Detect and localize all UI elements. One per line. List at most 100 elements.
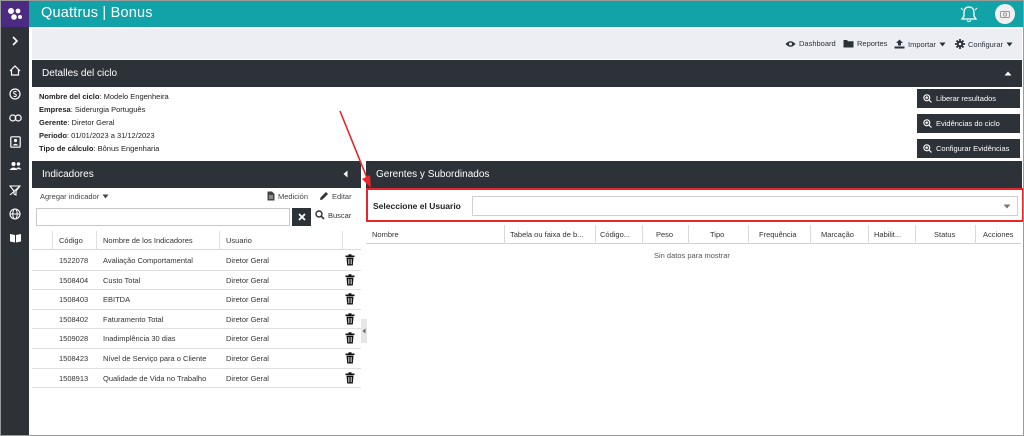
col-tipo[interactable]: Tipo — [710, 230, 724, 239]
table-row[interactable]: 1508403 EBITDA Diretor Geral — [32, 290, 361, 310]
annotation-arrow — [339, 110, 371, 188]
search-button[interactable]: Buscar — [315, 210, 351, 220]
col-marcacao[interactable]: Marcação — [821, 230, 854, 239]
close-icon — [297, 213, 306, 221]
details-title: Detalles del ciclo — [42, 68, 118, 79]
col-codigo[interactable]: Código — [59, 236, 83, 245]
col-status[interactable]: Status — [934, 230, 955, 239]
managers-table-header: Nombre Tabela ou faixa de b... Código...… — [366, 225, 1021, 244]
indicators-table-header: Código Nombre de los Indicadores Usuario — [32, 231, 361, 250]
add-indicator-dropdown[interactable]: Agregar indicador — [40, 192, 109, 201]
zoom-plus-icon — [923, 119, 932, 128]
toolbar: Dashboard Reportes Importar Configurar — [32, 29, 1022, 59]
notification-bell-icon[interactable] — [959, 5, 979, 23]
row-user: Diretor Geral — [226, 295, 269, 305]
row-code: 1508913 — [59, 373, 89, 383]
medicion-button[interactable]: Medición — [267, 191, 308, 201]
col-nombre[interactable]: Nombre de los Indicadores — [103, 236, 193, 245]
col-acciones[interactable]: Acciones — [983, 230, 1013, 239]
trash-icon[interactable] — [345, 273, 355, 286]
detail-calc-type: Tipo de cálculo: Bônus Engenharia — [39, 144, 160, 153]
configurar-label: Configurar — [968, 39, 1004, 49]
row-code: 1508402 — [59, 314, 89, 324]
search-label: Buscar — [328, 210, 352, 220]
expand-sidebar-icon[interactable] — [1, 30, 29, 52]
liberar-resultados-button[interactable]: Liberar resultados — [917, 89, 1020, 108]
table-row[interactable]: 1509028 Inadimplência 30 dias Diretor Gera… — [32, 329, 361, 349]
trash-icon[interactable] — [345, 352, 355, 364]
table-row[interactable]: 1508423 Nível de Serviço para o Cliente Di… — [32, 349, 361, 369]
configurar-evidencias-button[interactable]: Configurar Evidências — [917, 139, 1020, 158]
select-user-highlight: Seleccione el Usuario — [366, 188, 1023, 222]
dashboard-label: Dashboard — [799, 39, 836, 48]
row-name: Avaliação Comportamental — [103, 256, 193, 265]
edit-button[interactable]: Editar — [319, 191, 352, 201]
row-user: Diretor Geral — [226, 314, 269, 324]
managers-title: Gerentes y Subordinados — [376, 169, 490, 180]
user-select[interactable] — [472, 196, 1018, 216]
home-icon[interactable] — [1, 59, 29, 81]
upload-icon — [894, 39, 905, 49]
app-logo[interactable] — [1, 1, 29, 27]
book-icon[interactable] — [1, 227, 29, 249]
gear-icon — [955, 39, 965, 49]
sidebar — [1, 27, 29, 435]
trash-icon[interactable] — [345, 371, 355, 384]
dollar-circle-icon[interactable] — [1, 83, 29, 105]
row-code: 1508404 — [59, 275, 89, 285]
globe-icon[interactable] — [1, 203, 29, 225]
users-icon[interactable] — [1, 155, 29, 177]
row-user: Diretor Geral — [226, 373, 269, 383]
zoom-plus-icon — [923, 144, 932, 153]
reportes-button[interactable]: Reportes — [843, 39, 887, 48]
medicion-label: Medición — [278, 191, 309, 201]
empty-state: Sin datos para mostrar — [654, 251, 730, 260]
eye-icon — [785, 40, 796, 47]
details-header[interactable]: Detalles del ciclo — [32, 60, 1022, 87]
reportes-label: Reportes — [857, 39, 888, 48]
table-row[interactable]: 1522078 Avaliação Comportamental Diretor G… — [32, 251, 361, 271]
zoom-plus-icon — [923, 94, 932, 103]
table-row[interactable]: 1508402 Faturamento Total Diretor Geral — [32, 310, 361, 330]
col-usuario[interactable]: Usuario — [226, 236, 252, 245]
indicators-header[interactable]: Indicadores — [32, 161, 361, 188]
managers-header: Gerentes y Subordinados — [366, 161, 1022, 188]
col-nombre[interactable]: Nombre — [372, 230, 399, 239]
col-habilit[interactable]: Habilit... — [874, 230, 901, 239]
search-icon — [315, 210, 325, 220]
configurar-button[interactable]: Configurar — [955, 39, 1013, 49]
collapse-up-icon[interactable] — [1004, 71, 1012, 76]
trash-icon[interactable] — [345, 254, 355, 266]
row-name: EBITDA — [103, 295, 131, 305]
app-title: Quattrus | Bonus — [41, 5, 153, 21]
collapse-handle[interactable] — [361, 319, 367, 343]
detail-manager: Gerente: Diretor Geral — [39, 118, 115, 127]
importar-button[interactable]: Importar — [894, 39, 946, 49]
filter-off-icon[interactable] — [1, 179, 29, 201]
row-code: 1508423 — [59, 354, 89, 363]
row-user: Diretor Geral — [226, 354, 269, 363]
detail-period: Periodo: 01/01/2023 a 31/12/2023 — [39, 131, 155, 140]
link-icon[interactable] — [1, 107, 29, 129]
logo-icon — [8, 8, 22, 20]
col-codigo[interactable]: Código... — [600, 230, 630, 239]
id-badge-icon[interactable] — [1, 131, 29, 153]
table-row[interactable]: 1508404 Custo Total Diretor Geral — [32, 271, 361, 291]
chevron-down-icon — [1003, 204, 1011, 209]
dashboard-button[interactable]: Dashboard — [785, 39, 836, 48]
pencil-icon — [320, 192, 328, 200]
table-row[interactable]: 1508913 Qualidade de Vida no Trabalho Dire… — [32, 369, 361, 389]
evidencias-ciclo-button[interactable]: Evidências do ciclo — [917, 114, 1020, 133]
liberar-resultados-label: Liberar resultados — [936, 94, 997, 103]
col-frequencia[interactable]: Frequência — [759, 230, 797, 239]
trash-icon[interactable] — [345, 313, 355, 325]
row-name: Custo Total — [103, 275, 141, 285]
col-peso[interactable]: Peso — [656, 230, 673, 239]
detail-company: Empresa: Siderurgia Português — [39, 105, 146, 114]
clear-search-button[interactable] — [292, 208, 311, 226]
user-avatar[interactable] — [995, 4, 1015, 24]
indicator-search-input[interactable] — [36, 208, 290, 226]
trash-icon[interactable] — [345, 332, 355, 344]
trash-icon[interactable] — [345, 293, 355, 305]
col-tabela[interactable]: Tabela ou faixa de b... — [510, 230, 583, 239]
